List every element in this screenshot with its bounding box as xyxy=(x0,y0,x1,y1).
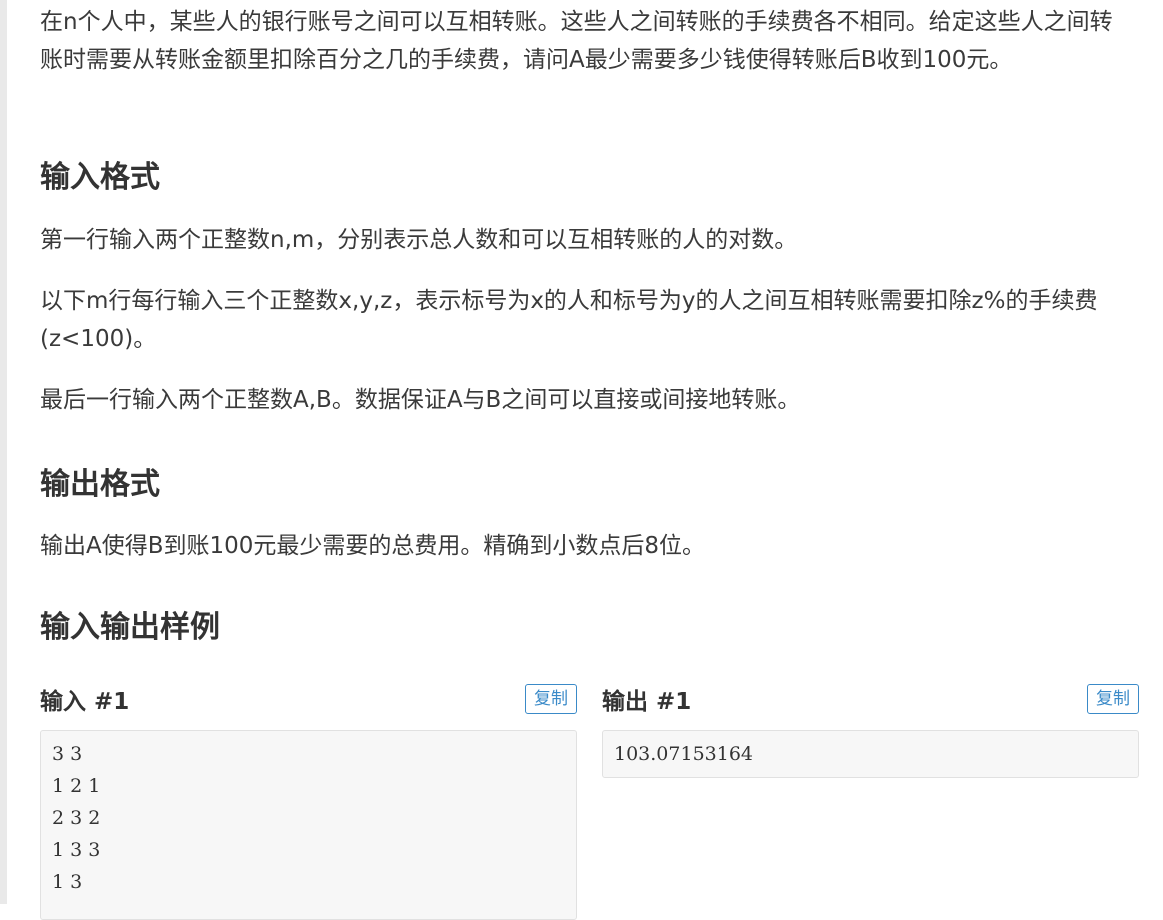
sample-output-label: 输出 #1 xyxy=(602,689,692,715)
sample-output-code[interactable]: 103.07153164 xyxy=(602,730,1139,778)
copy-input-button[interactable]: 复制 xyxy=(525,684,577,714)
output-format-paragraph: 输出A使得B到账100元最少需要的总费用。精确到小数点后8位。 xyxy=(40,533,706,559)
output-format-heading: 输出格式 xyxy=(40,467,160,502)
code-line: 1 2 1 xyxy=(52,775,101,797)
input-format-paragraph: 以下m行每行输入三个正整数x,y,z，表示标号为x的人和标号为y的人之间互相转账… xyxy=(40,288,1098,352)
input-format-heading: 输入格式 xyxy=(40,160,160,195)
code-line: 103.07153164 xyxy=(614,743,754,765)
code-line: 1 3 3 xyxy=(52,839,101,861)
sample-input-panel: 输入 #1 复制 3 3 1 2 1 2 3 2 1 3 3 1 3 xyxy=(40,683,577,920)
code-line: 3 3 xyxy=(52,743,83,765)
left-rail xyxy=(0,0,7,904)
sample-input-label: 输入 #1 xyxy=(40,689,130,715)
sample-output-panel: 输出 #1 复制 103.07153164 xyxy=(602,683,1139,778)
sample-input-code[interactable]: 3 3 1 2 1 2 3 2 1 3 3 1 3 xyxy=(40,730,577,920)
sample-output-header: 输出 #1 复制 xyxy=(602,683,1139,719)
input-format-paragraph: 第一行输入两个正整数n,m，分别表示总人数和可以互相转账的人的对数。 xyxy=(40,227,798,253)
sample-input-header: 输入 #1 复制 xyxy=(40,683,577,719)
copy-output-button[interactable]: 复制 xyxy=(1087,684,1139,714)
input-format-paragraph: 最后一行输入两个正整数A,B。数据保证A与B之间可以直接或间接地转账。 xyxy=(40,387,801,413)
code-line: 2 3 2 xyxy=(52,807,101,829)
code-line: 1 3 xyxy=(52,871,83,893)
samples-heading: 输入输出样例 xyxy=(40,610,220,645)
problem-description: 在n个人中，某些人的银行账号之间可以互相转账。这些人之间转账的手续费各不相同。给… xyxy=(40,9,1113,73)
